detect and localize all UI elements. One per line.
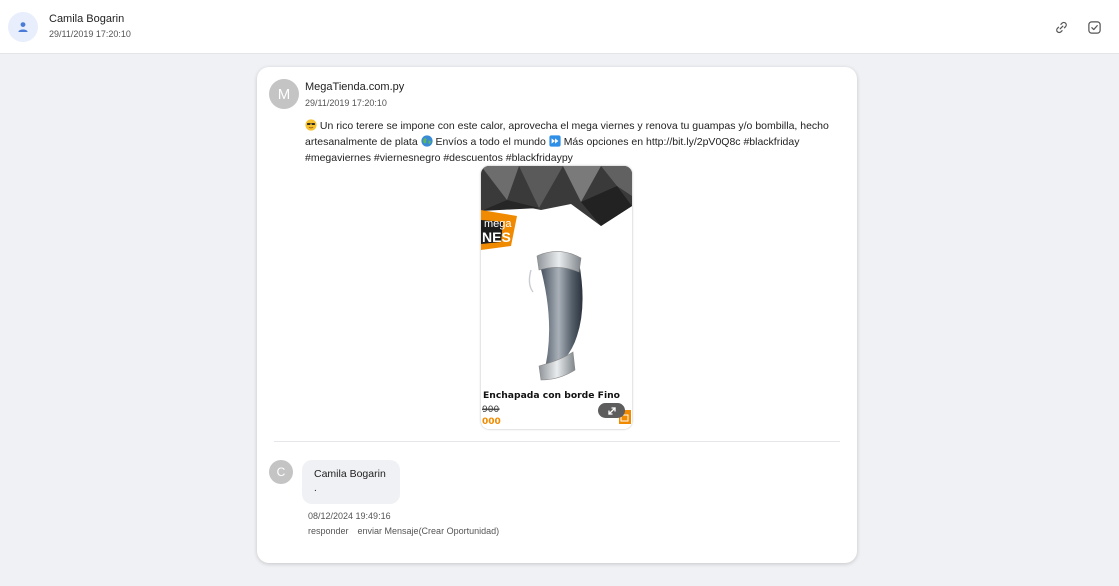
product-new-price: 000 (482, 417, 501, 427)
product-old-price: 900 (482, 405, 499, 415)
send-message-link[interactable]: enviar Mensaje(Crear Oportunidad) (358, 526, 500, 536)
reply-link[interactable]: responder (308, 526, 349, 536)
post-author-avatar[interactable]: M (269, 79, 299, 109)
expand-image-button[interactable] (598, 403, 625, 418)
post-image[interactable]: mega NES Enchapada con borde Fino 900 00… (481, 166, 632, 429)
banner-text-2: NES (482, 229, 511, 245)
sunglasses-emoji-icon (305, 119, 317, 131)
conversation-user-name: Camila Bogarin (49, 13, 125, 25)
post-author-name[interactable]: MegaTienda.com.py (305, 81, 404, 93)
expand-icon (607, 406, 616, 415)
check-square-icon[interactable] (1086, 19, 1102, 35)
comment-bubble: Camila Bogarin . (302, 460, 400, 504)
comment-author-name[interactable]: Camila Bogarin (314, 468, 386, 480)
comment-author-avatar[interactable]: C (269, 460, 293, 484)
fast-forward-icon (549, 135, 561, 147)
comment-timestamp: 08/12/2024 19:49:16 (308, 511, 391, 521)
conversation-timestamp: 29/11/2019 17:20:10 (49, 29, 131, 39)
comment-text: . (314, 483, 317, 494)
globe-icon (420, 135, 433, 147)
post-timestamp: 29/11/2019 17:20:10 (305, 98, 387, 108)
comment-actions: responder enviar Mensaje(Crear Oportunida… (308, 526, 499, 536)
link-icon[interactable] (1053, 19, 1069, 35)
post-text-part-2: Envíos a todo el mundo (435, 136, 546, 148)
person-icon (18, 22, 28, 32)
top-bar: Camila Bogarin 29/11/2019 17:20:10 (0, 0, 1119, 54)
user-avatar[interactable] (8, 12, 38, 42)
post-divider (274, 441, 840, 442)
post-text: Un rico terere se impone con este calor,… (305, 118, 850, 166)
post-card: M MegaTienda.com.py 29/11/2019 17:20:10 … (257, 67, 857, 563)
product-caption: Enchapada con borde Fino (483, 390, 620, 401)
